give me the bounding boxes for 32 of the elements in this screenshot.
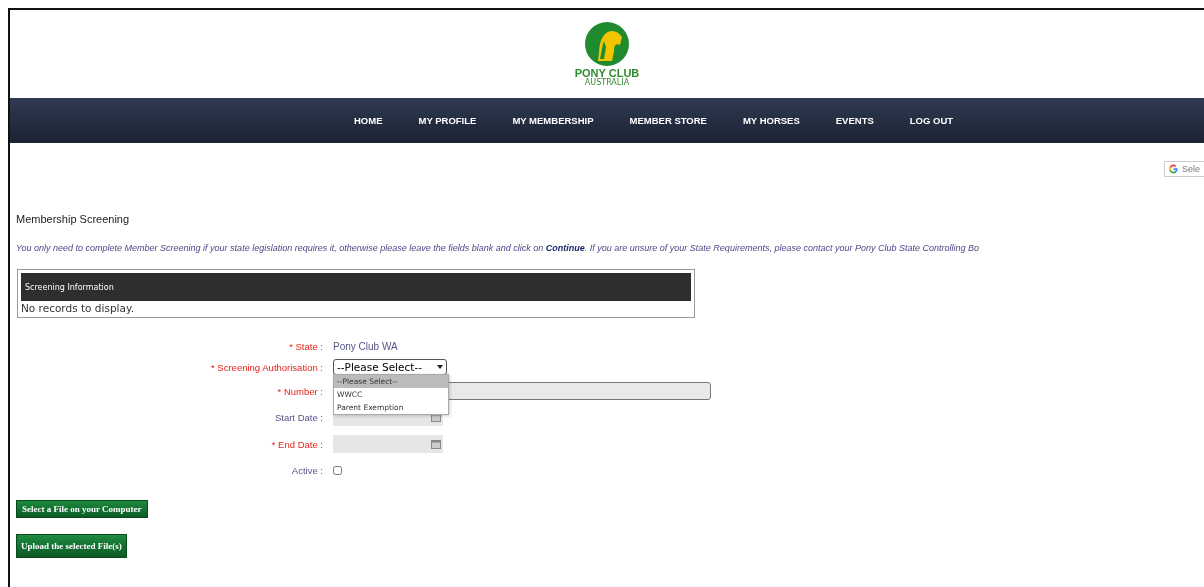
nav-link[interactable]: MY MEMBERSHIP	[494, 115, 612, 126]
nav-link[interactable]: EVENTS	[817, 115, 892, 126]
empty-message: No records to display.	[21, 301, 135, 314]
file-button[interactable]: Upload the selected File(s)	[16, 534, 127, 558]
calendar-icon[interactable]	[431, 439, 441, 449]
horse-logo-icon	[584, 20, 630, 67]
nav-link[interactable]: MY HORSES	[724, 115, 818, 126]
google-g-icon	[1169, 164, 1178, 174]
field-label: Start Date :	[274, 411, 323, 423]
caret-icon	[437, 365, 443, 369]
nav-link[interactable]: HOME	[336, 115, 401, 126]
calendar-icon[interactable]	[431, 412, 441, 422]
translate-button[interactable]: Sele	[1164, 161, 1204, 177]
field-label: * Number :	[277, 385, 323, 397]
state-value: Pony Club WA	[333, 340, 398, 352]
nav-link[interactable]: MEMBER STORE	[611, 115, 725, 126]
date-field[interactable]	[333, 435, 443, 453]
file-button[interactable]: Select a File on your Computer	[16, 500, 148, 518]
page-title: Membership Screening	[16, 213, 131, 225]
field-label: * End Date :	[271, 438, 323, 450]
grid-header: Screening Information	[21, 273, 691, 301]
active-checkbox[interactable]	[333, 465, 342, 475]
nav-link[interactable]: LOG OUT	[891, 115, 972, 126]
authorisation-select[interactable]: --Please Select--	[333, 359, 447, 375]
nav-link[interactable]: MY PROFILE	[400, 115, 495, 126]
field-label: Active :	[291, 464, 323, 476]
instructions-text: You only need to complete Member Screening if your state legislation requires it, otherwise please leave the fields blank and click on Continue. If you are unsure of your State Requirements, please contact your Pony Club State Controlling Bo	[16, 243, 980, 253]
logo-name: PONY CLUB	[574, 66, 640, 79]
continue-link[interactable]: Continue	[545, 243, 585, 253]
logo-subtitle: AUSTRALIA	[584, 78, 630, 88]
field-label: * State :	[289, 340, 323, 352]
field-label: * Screening Authorisation :	[211, 361, 323, 373]
